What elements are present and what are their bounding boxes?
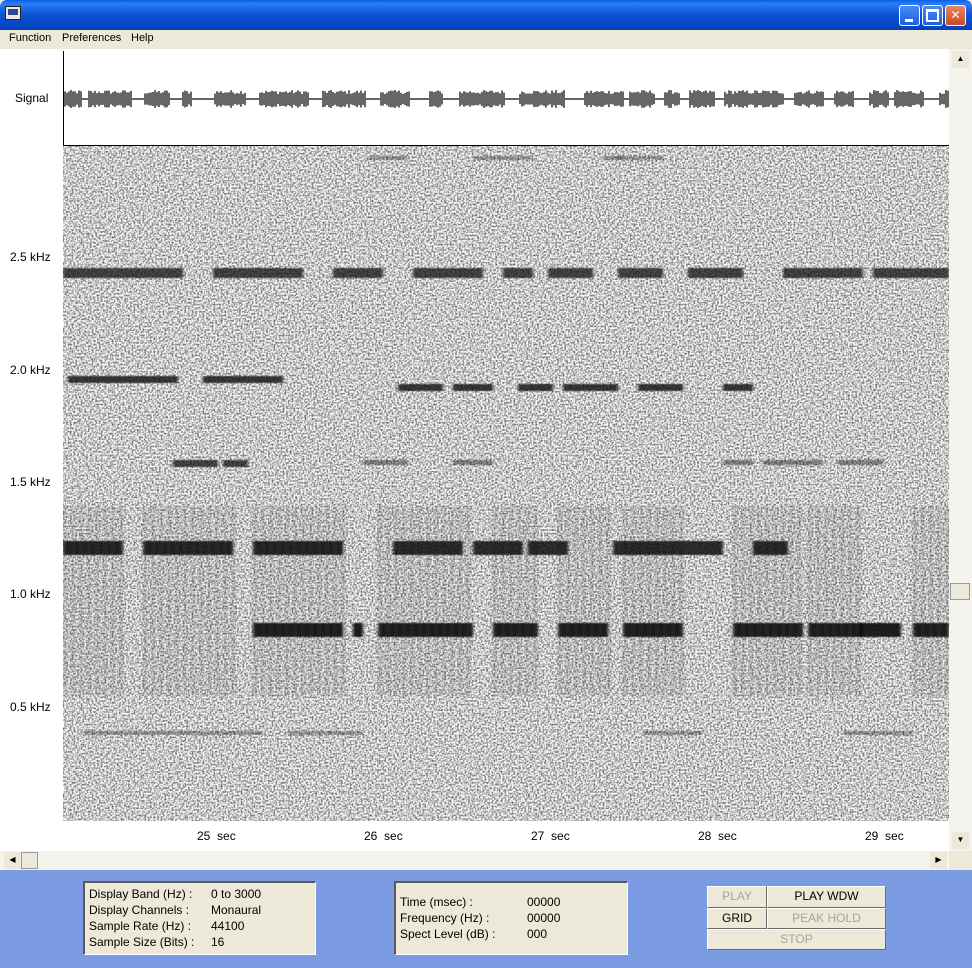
menu-preferences[interactable]: Preferences xyxy=(62,32,121,44)
scroll-right-button[interactable]: ▶ xyxy=(930,852,947,869)
size-value: 16 xyxy=(211,935,225,949)
freq-label-1000: 1.0 kHz xyxy=(10,587,51,601)
maximize-icon xyxy=(926,9,939,22)
scroll-up-button[interactable]: ▲ xyxy=(952,51,969,68)
play-window-button[interactable]: PLAY WDW xyxy=(767,886,886,908)
scrollbar-corner xyxy=(949,851,972,870)
rate-label: Sample Rate (Hz) : xyxy=(89,919,192,933)
stop-button[interactable]: STOP xyxy=(707,929,886,950)
signal-label: Signal xyxy=(15,91,49,105)
minimize-icon xyxy=(905,19,913,22)
freq-label-1500: 1.5 kHz xyxy=(10,475,51,489)
freq-readout-label: Frequency (Hz) : xyxy=(400,911,490,925)
close-icon: ✕ xyxy=(950,8,961,22)
band-label: Display Band (Hz) : xyxy=(89,887,193,901)
level-readout-value: 000 xyxy=(527,927,548,941)
size-label: Sample Size (Bits) : xyxy=(89,935,195,949)
time-label-26: 26 sec xyxy=(364,829,403,843)
freq-label-2500: 2.5 kHz xyxy=(10,250,51,264)
cursor-readout-panel: Time (msec) :00000 Frequency (Hz) :00000… xyxy=(394,881,628,955)
maximize-button[interactable] xyxy=(922,5,943,26)
vertical-scroll-thumb[interactable] xyxy=(950,583,970,600)
close-button[interactable]: ✕ xyxy=(945,5,966,26)
play-button[interactable]: PLAY xyxy=(707,886,767,908)
grid-button[interactable]: GRID xyxy=(707,908,767,929)
freq-label-2000: 2.0 kHz xyxy=(10,363,51,377)
menu-bar: Function Preferences Help xyxy=(0,30,972,49)
horizontal-scroll-thumb[interactable] xyxy=(21,852,38,869)
title-bar[interactable]: ✕ xyxy=(0,0,972,30)
time-readout-value: 00000 xyxy=(527,895,561,909)
time-readout-label: Time (msec) : xyxy=(400,895,473,909)
minimize-button[interactable] xyxy=(899,5,920,26)
time-label-25: 25 sec xyxy=(197,829,236,843)
menu-help[interactable]: Help xyxy=(131,32,154,44)
signal-waveform[interactable] xyxy=(63,51,951,146)
spectrogram[interactable] xyxy=(63,146,949,821)
channels-label: Display Channels : xyxy=(89,903,190,917)
menu-function[interactable]: Function xyxy=(9,32,51,44)
channels-value: Monaural xyxy=(211,903,262,917)
freq-readout-value: 00000 xyxy=(527,911,561,925)
level-readout-label: Spect Level (dB) : xyxy=(400,927,496,941)
scroll-left-button[interactable]: ◀ xyxy=(4,852,21,869)
waveform-svg xyxy=(64,90,951,108)
vertical-scrollbar[interactable]: ▲ ▼ xyxy=(949,49,972,851)
rate-value: 44100 xyxy=(211,919,245,933)
band-value: 0 to 3000 xyxy=(211,887,262,901)
peak-hold-button[interactable]: PEAK HOLD xyxy=(767,908,886,929)
display-info-panel: Display Band (Hz) : 0 to 3000 Display Cha… xyxy=(83,881,316,955)
time-label-28: 28 sec xyxy=(698,829,737,843)
freq-label-500: 0.5 kHz xyxy=(10,700,51,714)
app-icon[interactable] xyxy=(5,6,21,20)
scroll-down-button[interactable]: ▼ xyxy=(952,832,969,849)
time-label-29: 29 sec xyxy=(865,829,904,843)
time-label-27: 27 sec xyxy=(531,829,570,843)
horizontal-scrollbar[interactable]: ◀ ▶ xyxy=(0,851,949,870)
